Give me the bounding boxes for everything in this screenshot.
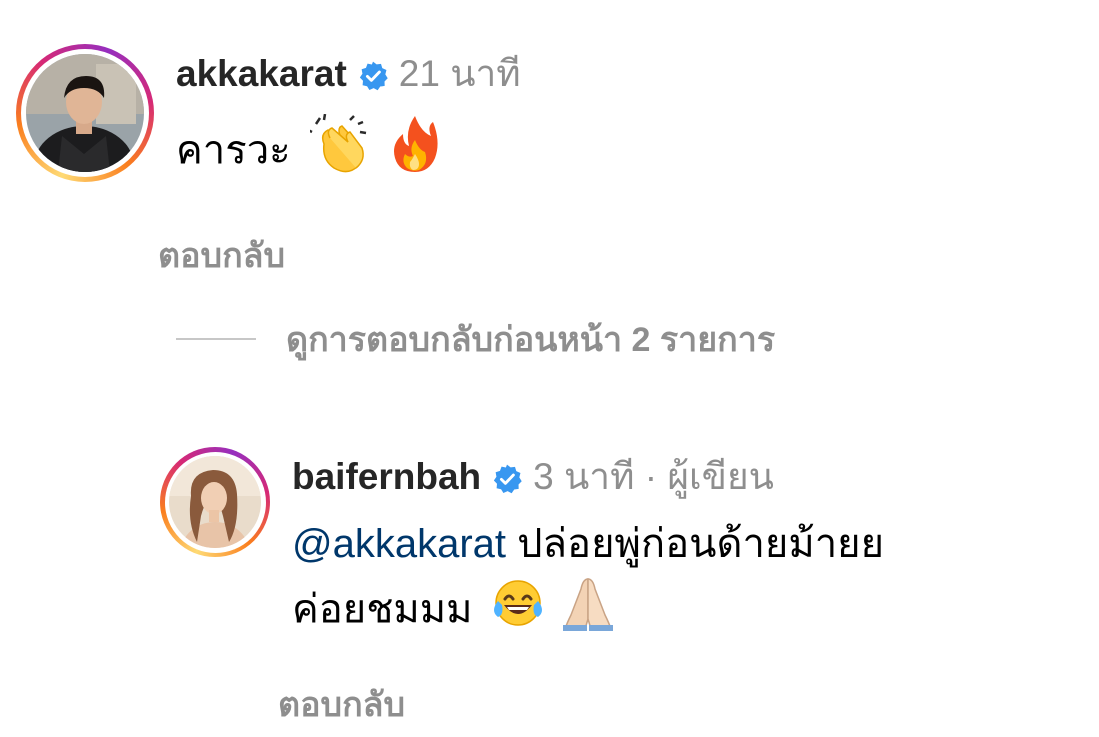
reply-button[interactable]: ตอบกลับ: [158, 228, 521, 282]
timestamp: 21 นาที: [398, 53, 521, 94]
comment-text: @akkakarat ปล่อยพู่ก่อนด้ายม้ายย ค่อยชมม…: [292, 513, 884, 649]
comment-baifernbah: baifernbah 3 นาที · ผู้เขียน @akkakarat …: [160, 447, 884, 731]
verified-badge-icon: [491, 461, 523, 494]
story-ring[interactable]: [160, 447, 270, 557]
folded-hands-icon: [562, 575, 613, 649]
timestamp: 3 นาที · ผู้เขียน: [533, 456, 774, 497]
comment-akkakarat: akkakarat 21 นาที คารวะ ตอบกลับ: [16, 44, 521, 282]
face-with-tears-of-joy-icon: [492, 577, 544, 647]
reply-button[interactable]: ตอบกลับ: [278, 677, 884, 731]
view-previous-replies[interactable]: ดูการตอบกลับก่อนหน้า 2 รายการ: [176, 312, 775, 366]
username[interactable]: baifernbah: [292, 455, 481, 499]
clapping-hands-icon: [307, 113, 372, 192]
story-ring[interactable]: [16, 44, 154, 182]
username[interactable]: akkakarat: [176, 52, 347, 96]
fire-icon: [391, 114, 439, 192]
avatar-akkakarat[interactable]: [26, 54, 144, 172]
view-previous-replies-label[interactable]: ดูการตอบกลับก่อนหน้า 2 รายการ: [286, 312, 775, 366]
comment-text: คารวะ: [176, 113, 521, 192]
mention-link[interactable]: @akkakarat: [292, 522, 506, 566]
verified-badge-icon: [357, 58, 389, 91]
avatar-baifernbah[interactable]: [169, 456, 261, 548]
divider-line: [176, 338, 256, 340]
